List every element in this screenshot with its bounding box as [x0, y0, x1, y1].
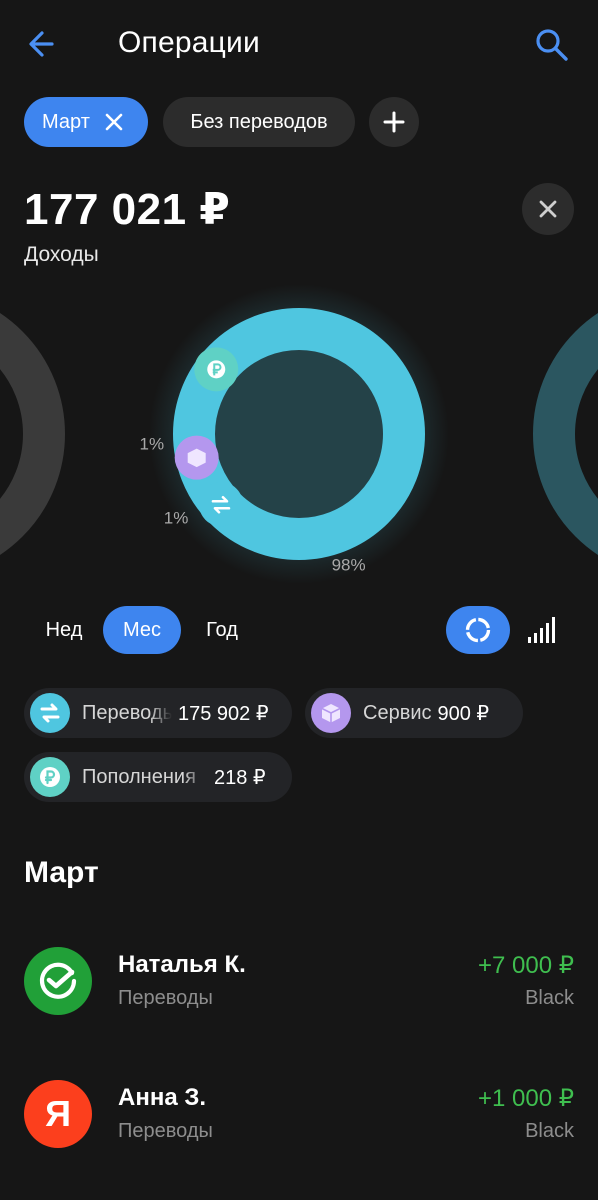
donut-view-toggle[interactable] — [446, 606, 510, 654]
transfer-arrows-icon — [30, 693, 70, 733]
transaction-amount: +1 000 ₽ — [477, 1085, 574, 1112]
yandex-icon: Я — [24, 1080, 92, 1148]
ruble-icon — [30, 757, 70, 797]
donut-chart-icon — [465, 617, 491, 643]
section-title: Март — [24, 856, 99, 889]
transaction-name: Наталья К. — [118, 951, 246, 978]
transaction-name: Анна З. — [118, 1084, 207, 1111]
transaction-card: Black — [525, 987, 574, 1009]
close-summary-button[interactable] — [522, 183, 574, 235]
avatar-letter: Я — [45, 1093, 71, 1134]
add-filter-button[interactable] — [369, 97, 419, 147]
tab-week[interactable]: Нед — [34, 606, 94, 654]
pct-label-topups: 1% — [140, 434, 165, 453]
donut-slice-0-bubble[interactable] — [198, 482, 243, 527]
transaction-row[interactable]: Наталья К. Переводы +7 000 ₽ Black — [0, 947, 598, 1057]
prev-month-donut[interactable] — [0, 310, 65, 558]
total-label: Доходы — [24, 243, 99, 266]
category-name: Пополнения — [82, 765, 196, 788]
category-amount: 175 902 ₽ — [178, 702, 269, 725]
pct-label-service: 1% — [164, 508, 189, 527]
category-name: Сервис — [363, 701, 432, 724]
bar-chart-icon — [528, 617, 555, 643]
donut-slice-2-bubble[interactable] — [194, 347, 239, 392]
search-icon — [536, 29, 568, 61]
tab-month[interactable]: Мес — [103, 606, 181, 654]
transaction-category: Переводы — [118, 1120, 213, 1142]
income-donut-chart[interactable]: 98% 1% 1% — [0, 270, 598, 600]
category-name: Переводы — [82, 701, 172, 724]
transaction-amount: +7 000 ₽ — [477, 952, 574, 979]
tab-year[interactable]: Год — [192, 606, 252, 654]
sber-check-icon — [24, 947, 92, 1015]
close-icon — [539, 200, 557, 218]
category-chip-service[interactable]: Сервис 900 ₽ — [305, 688, 523, 738]
no-transfers-label: Без переводов — [190, 110, 328, 133]
month-filter-chip[interactable]: Март — [24, 97, 148, 147]
bars-view-toggle[interactable] — [522, 610, 562, 650]
back-button[interactable] — [22, 24, 66, 64]
arrow-left-icon — [29, 31, 54, 57]
category-chip-topups[interactable]: Пополнения 218 ₽ — [24, 752, 292, 802]
close-icon[interactable] — [104, 112, 124, 132]
category-amount: 218 ₽ — [214, 766, 266, 789]
category-amount: 900 ₽ — [437, 702, 490, 725]
donut-slice-1-bubble[interactable] — [174, 435, 219, 480]
month-chip-label: Март — [42, 110, 90, 133]
transaction-row[interactable]: Я Анна З. Переводы +1 000 ₽ Black — [0, 1080, 598, 1190]
next-month-donut[interactable] — [533, 310, 598, 558]
page-title: Операции — [118, 26, 260, 59]
pct-label-transfers: 98% — [332, 555, 366, 574]
total-amount: 177 021 ₽ — [24, 185, 231, 234]
transaction-card: Black — [525, 1120, 574, 1142]
category-chip-transfers[interactable]: Переводы 175 902 ₽ — [24, 688, 292, 738]
box-icon — [311, 693, 351, 733]
transaction-category: Переводы — [118, 987, 213, 1009]
no-transfers-chip[interactable]: Без переводов — [163, 97, 355, 147]
plus-icon — [383, 111, 405, 133]
search-button[interactable] — [528, 22, 576, 66]
